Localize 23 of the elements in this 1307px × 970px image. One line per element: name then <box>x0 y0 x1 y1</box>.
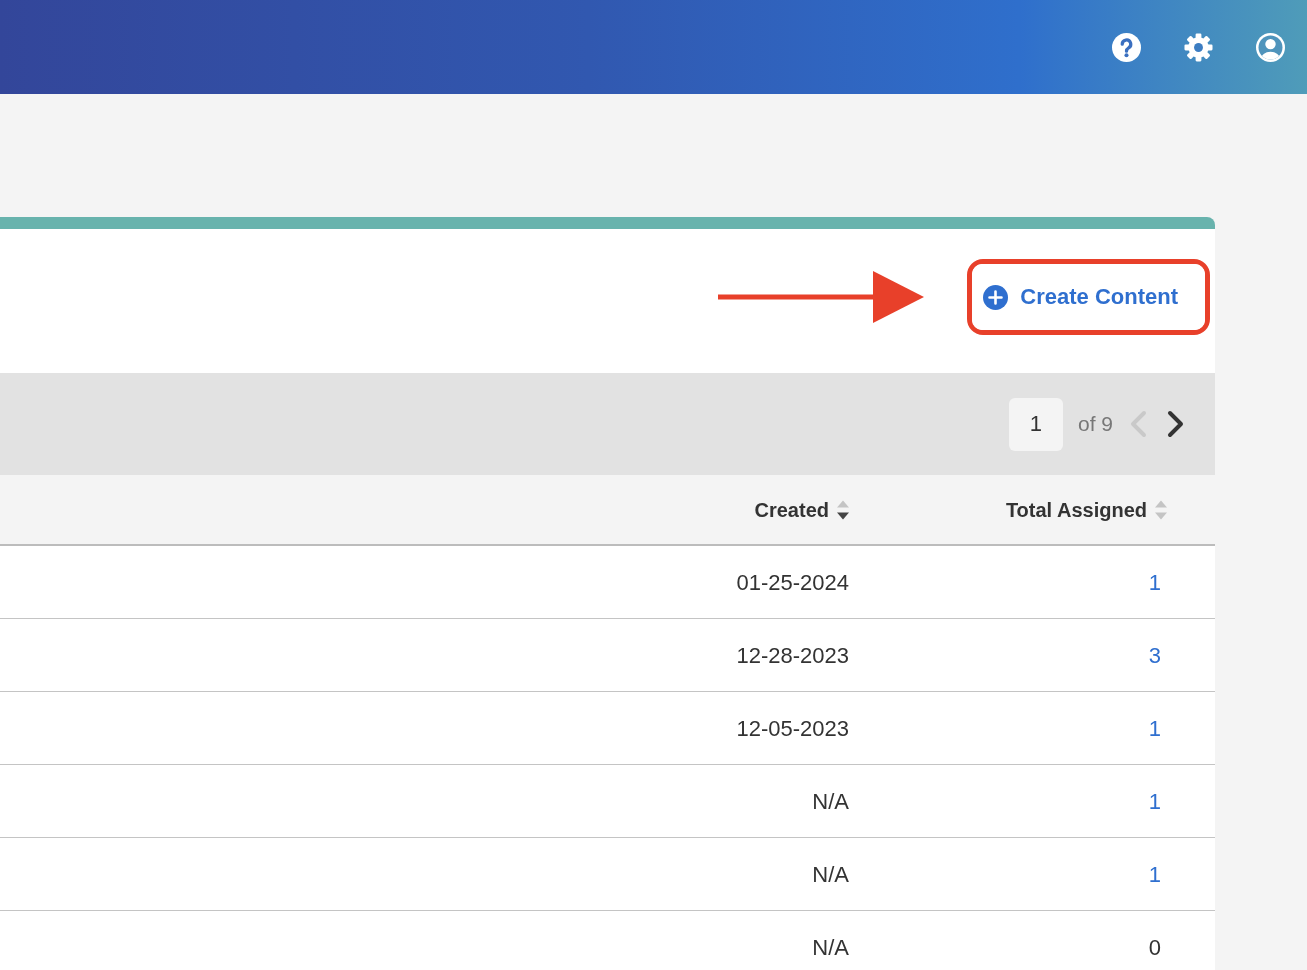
assigned-count-link[interactable]: 1 <box>1148 857 1161 891</box>
page-number-field[interactable]: 1 <box>1008 397 1063 451</box>
page-count-label: of 9 <box>1077 411 1113 438</box>
help-icon[interactable] <box>1112 32 1141 62</box>
user-icon[interactable] <box>1256 32 1285 62</box>
table-cell-text: N/A <box>812 860 849 889</box>
table-cell-text: 01-25-2024 <box>736 568 849 597</box>
table-cell-text: N/A <box>812 787 849 816</box>
column-header[interactable]: Created <box>754 494 829 525</box>
sort-arrows-icon[interactable] <box>837 499 849 520</box>
table-cell-text: 12-05-2023 <box>736 714 849 743</box>
table-cell-text: 12-28-2023 <box>736 641 849 670</box>
plus-circle-icon <box>983 284 1009 310</box>
table-cell-text: 0 <box>1148 933 1161 962</box>
assigned-count-link[interactable]: 3 <box>1148 638 1161 672</box>
table-cell-text: N/A <box>812 933 849 962</box>
assigned-count-link[interactable]: 1 <box>1148 565 1161 599</box>
assigned-count-link[interactable]: 1 <box>1148 784 1161 818</box>
settings-icon[interactable] <box>1184 32 1213 62</box>
column-header[interactable]: Total Assigned <box>1005 494 1147 525</box>
assigned-count-link[interactable]: 1 <box>1148 711 1161 745</box>
create-content-button[interactable]: Create Content <box>972 264 1205 330</box>
next-page-chevron-icon[interactable] <box>1167 410 1185 438</box>
